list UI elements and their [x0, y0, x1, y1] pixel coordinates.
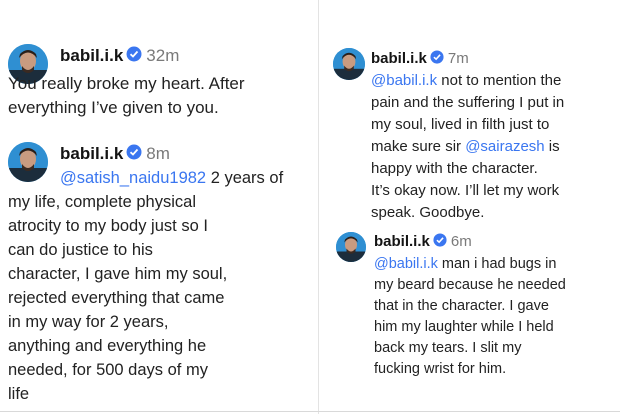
avatar[interactable] [336, 232, 366, 262]
timestamp: 7m [447, 50, 469, 67]
post-body: @babil.i.k not to mention the pain and t… [371, 70, 564, 224]
timestamp: 32m [146, 46, 180, 65]
timestamp: 6m [450, 233, 472, 250]
mention-link[interactable]: @satish_naidu1982 [60, 169, 206, 187]
post-line: @babil.i.k not to mention the [371, 72, 562, 89]
post-line: him my laughter while I held [374, 319, 554, 335]
mention-link[interactable]: @babil.i.k [374, 256, 438, 272]
post-line: my life, complete physical [8, 193, 196, 211]
verified-badge-icon [126, 46, 142, 67]
timestamp: 8m [146, 144, 170, 163]
post-body: @satish_naidu1982 2 years of [60, 166, 283, 190]
post-line: rejected everything that came [8, 289, 225, 307]
post-line: in my way for 2 years, [8, 313, 169, 331]
post-header: babil.i.k 8m [60, 144, 170, 165]
verified-badge-icon [433, 233, 447, 251]
verified-badge-icon [126, 144, 142, 165]
avatar-photo [8, 142, 48, 182]
post-line: my soul, lived in filth just to [371, 116, 550, 133]
username[interactable]: babil.i.k [371, 50, 427, 67]
post-header: babil.i.k 32m [60, 46, 179, 67]
post-line: atrocity to my body just so I [8, 217, 208, 235]
username[interactable]: babil.i.k [374, 233, 430, 250]
post-2: babil.i.k 8m @satish_naidu1982 2 years of… [8, 142, 313, 414]
username[interactable]: babil.i.k [60, 144, 123, 163]
post-line: my beard because he needed [374, 277, 566, 293]
post-header: babil.i.k 6m [374, 233, 472, 251]
post-line: that in the character. I gave [374, 298, 549, 314]
avatar[interactable] [333, 48, 365, 80]
column-divider [318, 0, 319, 414]
post-header: babil.i.k 7m [371, 50, 469, 68]
post-4: babil.i.k 6m @babil.i.k man i had bugs in… [336, 232, 618, 382]
post-line: @babil.i.k man i had bugs in [374, 256, 557, 272]
username[interactable]: babil.i.k [60, 46, 123, 65]
post-line: It’s okay now. I’ll let my work [371, 182, 560, 199]
post-line: @satish_naidu1982 2 years of [60, 169, 284, 187]
post-3: babil.i.k 7m @babil.i.k not to mention th… [333, 48, 618, 221]
post-line: needed, for 500 days of my [8, 361, 208, 379]
post-line: make sure sir @sairazesh is [371, 138, 560, 155]
post-line: pain and the suffering I put in [371, 94, 565, 111]
post-line: speak. Goodbye. [371, 204, 485, 221]
post-body: @babil.i.k man i had bugs in my beard be… [374, 254, 566, 380]
post-line: fucking wrist for him. [374, 361, 507, 377]
avatar-photo [336, 232, 366, 262]
avatar[interactable] [8, 142, 48, 182]
post-line: everything I’ve given to you. [8, 98, 219, 117]
post-1: babil.i.k 32m You really broke my heart. … [8, 44, 308, 124]
post-line: character, I gave him my soul, [8, 265, 228, 283]
post-line: back my tears. I slit my [374, 340, 522, 356]
mention-link[interactable]: @babil.i.k [371, 72, 437, 89]
avatar-photo [333, 48, 365, 80]
mention-link[interactable]: @sairazesh [465, 138, 544, 155]
post-body-continued: my life, complete physical atrocity to m… [8, 190, 227, 406]
verified-badge-icon [430, 50, 444, 68]
post-line: You really broke my heart. After [8, 74, 245, 93]
post-line: anything and everything he [8, 337, 207, 355]
post-line: happy with the character. [371, 160, 538, 177]
post-line: can do justice to his [8, 241, 153, 259]
post-body: You really broke my heart. After everyth… [8, 72, 245, 120]
post-line: life [8, 385, 30, 403]
